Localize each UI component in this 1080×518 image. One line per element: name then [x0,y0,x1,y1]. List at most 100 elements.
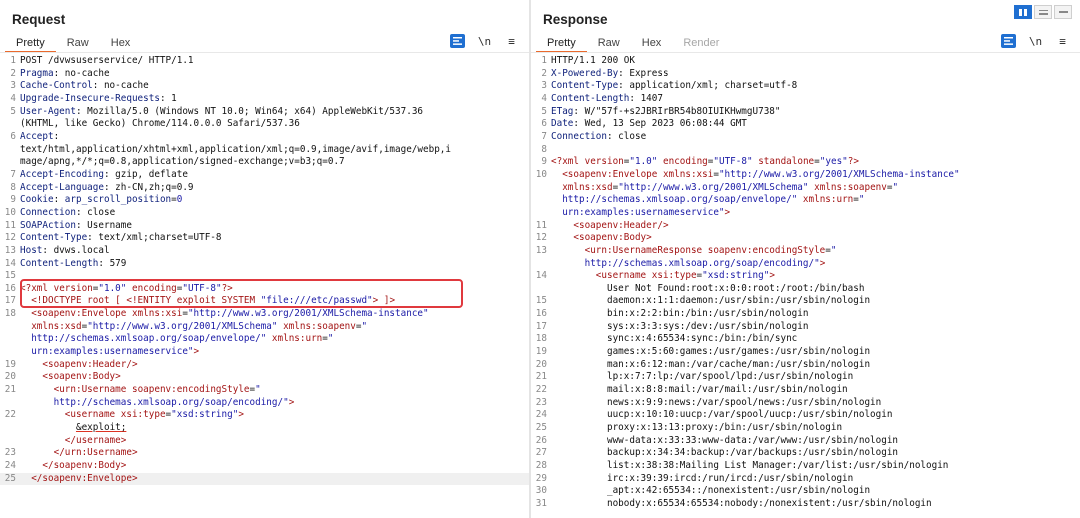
code-token: ETag [551,105,574,117]
code-text: Host: dvws.local [20,245,529,258]
code-token: X-Powered-By [551,67,619,79]
menu-icon[interactable]: ≡ [504,34,519,48]
code-token: <soapenv:Envelope [562,168,663,180]
pretty-print-icon[interactable] [450,34,465,48]
code-token: games:x:5:60:games:/usr/games:/usr/sbin/… [551,346,871,358]
code-token: > [288,396,295,408]
line-number: 4 [10,92,16,104]
pretty-print-icon[interactable] [1001,34,1016,48]
line-number: 24 [4,460,16,471]
code-line: 4 Upgrade-Insecure-Requests: 1 [0,93,529,106]
code-token: encoding [663,156,708,168]
code-token: uucp:x:10:10:uucp:/var/spool/uucp:/usr/s… [551,409,893,421]
code-text: http://schemas.xmlsoap.org/soap/envelope… [551,194,1080,207]
tab-pretty[interactable]: Pretty [5,34,56,53]
tab-raw[interactable]: Raw [56,34,100,51]
code-text: <username xsi:type="xsd:string"> [551,270,1080,283]
line-number: 18 [535,333,547,345]
code-token: > [819,257,826,269]
code-token: "http://www.w3.org/2001/XMLSchema-instan… [187,308,429,320]
response-editor[interactable]: 1 HTTP/1.1 200 OK 2 X-Powered-By: Express 3 C… [531,55,1080,518]
line-number: 14 [4,257,16,269]
code-token: mage/apng,*/*;q=0.8,application/signed-e… [20,156,345,168]
code-token: proxy:x:13:13:proxy:/bin:/usr/sbin/nolog… [551,422,843,434]
line-number: 15 [535,295,547,307]
code-text: sync:x:4:65534:sync:/bin:/bin/sync [551,333,1080,346]
code-token: : W/"57f-+s2JBRIrBR54b8OIUIKHwmgU738" [573,105,781,117]
code-token: http://schemas.xmlsoap.org/soap/envelope… [31,333,267,345]
line-number: 22 [535,384,547,396]
code-text: Upgrade-Insecure-Requests: 1 [20,93,529,106]
code-line: (KHTML, like Gecko) Chrome/114.0.0.0 Saf… [0,118,529,131]
line-number: 8 [10,181,16,193]
code-line: 19 <soapenv:Header/> [0,359,529,372]
tab-hex[interactable]: Hex [631,34,673,51]
code-text: Cookie: arp_scroll_position=0 [20,194,529,207]
code-text: urn:examples:usernameservice"> [20,346,529,359]
tab-raw[interactable]: Raw [587,34,631,51]
code-text: Pragma: no-cache [20,68,529,81]
tab-render[interactable]: Render [672,34,730,51]
line-number: 28 [535,460,547,471]
line-number [0,435,20,448]
code-line: 9 Cookie: arp_scroll_position=0 [0,194,529,207]
split-vertical-icon[interactable] [1034,5,1052,19]
code-token: : dvws.local [42,244,110,256]
code-text: www-data:x:33:33:www-data:/var/www:/usr/… [551,435,1080,448]
code-line: mage/apng,*/*;q=0.8,application/signed-e… [0,156,529,169]
code-token: sync:x:4:65534:sync:/bin:/bin/sync [551,333,798,345]
code-line: xmlns:xsd="http://www.w3.org/2001/XMLSch… [531,182,1080,195]
line-number [531,258,551,271]
code-token: list:x:38:38:Mailing List Manager:/var/l… [551,460,949,471]
code-token: standalone [758,156,815,168]
tabs-icon[interactable] [1054,5,1072,19]
code-token: : no-cache [92,80,149,92]
code-text: urn:examples:usernameservice"> [551,207,1080,220]
line-number [0,118,20,131]
code-token: Connection [20,206,76,218]
code-text: <soapenv:Header/> [551,220,1080,233]
code-token: "xsd:string" [702,270,770,282]
split-horizontal-icon[interactable] [1014,5,1032,19]
code-text: <soapenv:Body> [20,371,529,384]
code-token: <soapenv:Envelope [31,308,132,320]
code-token: urn:examples:usernameservice" [31,346,194,358]
code-token: User-Agent [20,105,76,117]
code-token: Accept [20,130,54,142]
layout-toggle [1012,5,1072,19]
code-token: "http://www.w3.org/2001/XMLSchema" [618,181,809,193]
code-text: sys:x:3:3:sys:/dev:/usr/sbin/nologin [551,321,1080,334]
code-text: xmlns:xsd="http://www.w3.org/2001/XMLSch… [551,182,1080,195]
line-number: 11 [4,219,16,231]
tab-pretty[interactable]: Pretty [536,34,587,53]
code-token: : Express [618,67,669,79]
code-line: 23 news:x:9:9:news:/var/spool/news:/usr/… [531,397,1080,410]
code-text: Content-Type: text/xml;charset=UTF-8 [20,232,529,245]
code-line: </username> [0,435,529,448]
line-number: 3 [541,80,547,92]
code-text: http://schemas.xmlsoap.org/soap/envelope… [20,333,529,346]
line-number: 10 [535,168,547,180]
code-line: 20 <soapenv:Body> [0,371,529,384]
code-text: uucp:x:10:10:uucp:/var/spool/uucp:/usr/s… [551,409,1080,422]
code-token: news:x:9:9:news:/var/spool/news:/usr/sbi… [551,396,882,408]
code-token: Accept-Language [20,181,104,193]
menu-icon[interactable]: ≡ [1055,34,1070,48]
response-toolbar: \n ≡ [989,34,1070,48]
newline-toggle-button[interactable]: \n [1028,34,1043,48]
newline-toggle-button[interactable]: \n [477,34,492,48]
code-token: SOAPAction [20,219,76,231]
code-text: User-Agent: Mozilla/5.0 (Windows NT 10.0… [20,106,529,119]
code-line: 25 </soapenv:Envelope> [0,472,529,486]
highlight-box [20,279,463,308]
code-line: 21 lp:x:7:7:lp:/var/spool/lpd:/usr/sbin/… [531,371,1080,384]
code-text: Cache-Control: no-cache [20,80,529,93]
tab-hex[interactable]: Hex [100,34,142,51]
line-number: 14 [535,270,547,282]
code-token: text/html,application/xhtml+xml,applicat… [20,143,451,155]
code-text: Connection: close [20,207,529,220]
